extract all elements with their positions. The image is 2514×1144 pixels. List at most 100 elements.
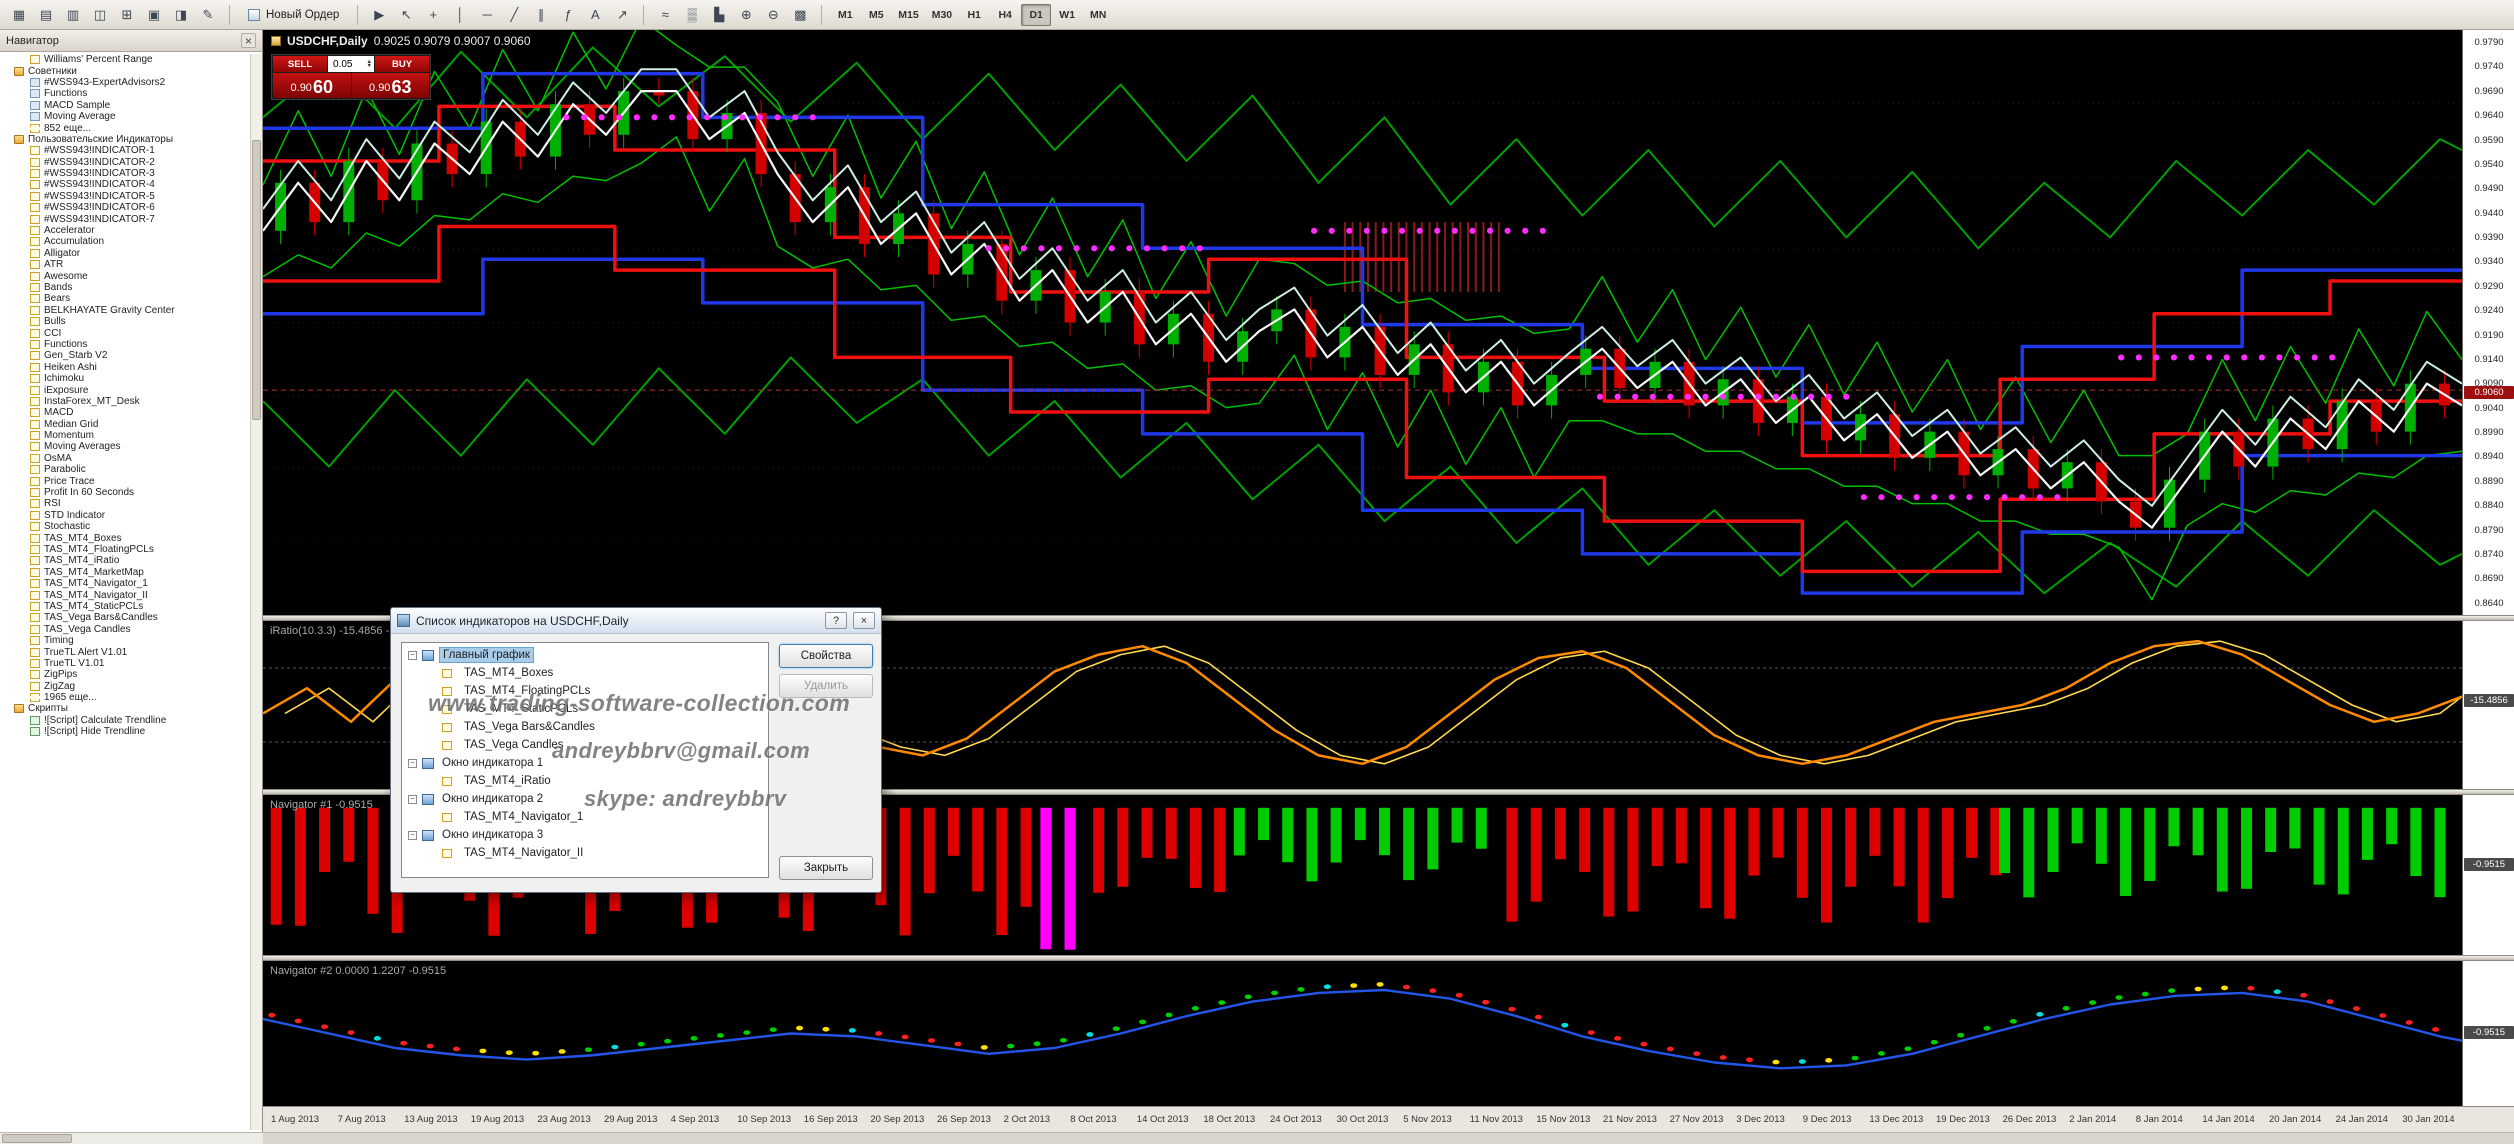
navigator-item[interactable]: Alligator	[0, 248, 250, 259]
zoom-out-icon[interactable]: ⊖	[760, 3, 786, 27]
main-chart-window[interactable]: USDCHF,Daily 0.9025 0.9079 0.9007 0.9060…	[263, 30, 2462, 615]
window-separator[interactable]	[263, 955, 2514, 961]
timeframe-mn[interactable]: MN	[1083, 4, 1113, 26]
navigator-item[interactable]: TAS_MT4_Navigator_1	[0, 578, 250, 589]
navigator-item[interactable]: Ichimoku	[0, 373, 250, 384]
navigator-vertical-scrollbar[interactable]	[250, 54, 262, 1130]
channel-icon[interactable]: ∥	[528, 3, 554, 27]
indicators-icon[interactable]: ≈	[652, 3, 678, 27]
scrollbar-thumb[interactable]	[2, 1134, 72, 1143]
navigator-item[interactable]: ![Script] Calculate Trendline	[0, 715, 250, 726]
navigator-item[interactable]: Momentum	[0, 430, 250, 441]
navigator-item[interactable]: MACD Sample	[0, 100, 250, 111]
dialog-indicator-item[interactable]: TAS_MT4_Boxes	[402, 664, 768, 682]
navigator-item[interactable]: TAS_MT4_FloatingPCLs	[0, 544, 250, 555]
dialog-tree-window-row[interactable]: −Главный график	[402, 646, 768, 664]
navigator-item[interactable]: Moving Average	[0, 111, 250, 122]
strategy-tester-icon[interactable]: ◨	[168, 3, 194, 27]
properties-button[interactable]: Свойства	[779, 644, 873, 668]
timeframe-w1[interactable]: W1	[1052, 4, 1082, 26]
navigator-item[interactable]: Williams' Percent Range	[0, 54, 250, 65]
timeframe-h1[interactable]: H1	[959, 4, 989, 26]
timeframe-m15[interactable]: M15	[892, 4, 924, 26]
navigator-item[interactable]: #WSS943!INDICATOR-7	[0, 213, 250, 224]
dialog-tree-window-row[interactable]: −Окно индикатора 3	[402, 826, 768, 844]
navigator-item[interactable]: TrueTL Alert V1.01	[0, 646, 250, 657]
expander-icon[interactable]: −	[408, 831, 417, 840]
navigator-item[interactable]: #WSS943-ExpertAdvisors2	[0, 77, 250, 88]
text-icon[interactable]: A	[582, 3, 608, 27]
sell-button[interactable]: SELL	[273, 56, 327, 72]
timeframe-h4[interactable]: H4	[990, 4, 1020, 26]
close-button[interactable]: Закрыть	[779, 856, 873, 880]
navigator-item[interactable]: #WSS943!INDICATOR-5	[0, 191, 250, 202]
navigator-item[interactable]: #WSS943!INDICATOR-1	[0, 145, 250, 156]
timeframe-d1[interactable]: D1	[1021, 4, 1051, 26]
dialog-indicator-item[interactable]: TAS_MT4_Navigator_II	[402, 844, 768, 862]
navigator-item[interactable]: Functions	[0, 339, 250, 350]
navigator-item[interactable]: MACD	[0, 407, 250, 418]
navigator-item[interactable]: Bears	[0, 293, 250, 304]
navigator-item[interactable]: ![Script] Hide Trendline	[0, 726, 250, 737]
navigator-item[interactable]: STD Indicator	[0, 510, 250, 521]
trendline-icon[interactable]: ╱	[501, 3, 527, 27]
navigator-item[interactable]: TAS_MT4_MarketMap	[0, 567, 250, 578]
navigator-item[interactable]: OsMA	[0, 453, 250, 464]
new-order-button[interactable]: Новый Ордер	[238, 3, 349, 27]
navigator-item[interactable]: TAS_Vega Bars&Candles	[0, 612, 250, 623]
navigator-item[interactable]: BELKHAYATE Gravity Center	[0, 305, 250, 316]
navigator-item[interactable]: TAS_Vega Candles	[0, 624, 250, 635]
autotrading-icon[interactable]: ▶	[366, 3, 392, 27]
dialog-indicator-item[interactable]: TAS_Vega Bars&Candles	[402, 718, 768, 736]
navigator-item[interactable]: ZigPips	[0, 669, 250, 680]
navigator-item[interactable]: ZigZag	[0, 680, 250, 691]
data-window-icon[interactable]: ◫	[87, 3, 113, 27]
navigator-item[interactable]: Awesome	[0, 270, 250, 281]
scrollbar-thumb[interactable]	[252, 140, 261, 420]
expander-icon[interactable]: −	[408, 759, 417, 768]
navigator2-indicator-window[interactable]: Navigator #2 0.0000 1.2207 -0.9515	[263, 961, 2462, 1106]
buy-button[interactable]: BUY	[375, 56, 429, 72]
navigator-item[interactable]: Советники	[0, 65, 250, 76]
navigator-item[interactable]: ATR	[0, 259, 250, 270]
navigator-horizontal-scrollbar[interactable]	[0, 1132, 263, 1144]
new-chart-icon[interactable]: ▦	[6, 3, 32, 27]
vertical-line-icon[interactable]: │	[447, 3, 473, 27]
navigator-item[interactable]: iExposure	[0, 384, 250, 395]
expander-icon[interactable]: −	[408, 651, 417, 660]
expander-icon[interactable]: −	[408, 795, 417, 804]
cursor-icon[interactable]: ↖	[393, 3, 419, 27]
navigator-item[interactable]: RSI	[0, 498, 250, 509]
navigator-item[interactable]: TAS_MT4_Boxes	[0, 532, 250, 543]
metaeditor-icon[interactable]: ✎	[195, 3, 221, 27]
close-icon[interactable]: ×	[241, 33, 256, 48]
timeframe-m1[interactable]: M1	[830, 4, 860, 26]
timeframe-m5[interactable]: M5	[861, 4, 891, 26]
navigator-item[interactable]: Moving Averages	[0, 441, 250, 452]
tile-windows-icon[interactable]: ▩	[787, 3, 813, 27]
navigator-item[interactable]: #WSS943!INDICATOR-3	[0, 168, 250, 179]
help-button[interactable]: ?	[825, 612, 847, 629]
zoom-in-icon[interactable]: ⊕	[733, 3, 759, 27]
sell-price-button[interactable]: 0.90 60	[273, 73, 351, 98]
profiles-icon[interactable]: ▤	[33, 3, 59, 27]
navigator2-canvas[interactable]	[263, 961, 2462, 1106]
navigator-item[interactable]: Functions	[0, 88, 250, 99]
navigator-item[interactable]: Пользовательские Индикаторы	[0, 134, 250, 145]
navigator-item[interactable]: Stochastic	[0, 521, 250, 532]
dialog-titlebar[interactable]: Список индикаторов на USDCHF,Daily ? ×	[391, 608, 881, 634]
navigator-item[interactable]: Price Trace	[0, 475, 250, 486]
navigator-item[interactable]: Median Grid	[0, 419, 250, 430]
main-chart-canvas[interactable]	[263, 30, 2462, 615]
navigator-item[interactable]: InstaForex_MT_Desk	[0, 396, 250, 407]
navigator-item[interactable]: 1965 еще...	[0, 692, 250, 703]
navigator-item[interactable]: TAS_MT4_Navigator_II	[0, 589, 250, 600]
navigator-item[interactable]: Heiken Ashi	[0, 362, 250, 373]
navigator-item[interactable]: Bands	[0, 282, 250, 293]
close-icon[interactable]: ×	[853, 612, 875, 629]
navigator-item[interactable]: Bulls	[0, 316, 250, 327]
navigator-item[interactable]: TAS_MT4_StaticPCLs	[0, 601, 250, 612]
navigator-item[interactable]: Timing	[0, 635, 250, 646]
navigator-item[interactable]: Profit In 60 Seconds	[0, 487, 250, 498]
navigator-panel-icon[interactable]: ⊞	[114, 3, 140, 27]
